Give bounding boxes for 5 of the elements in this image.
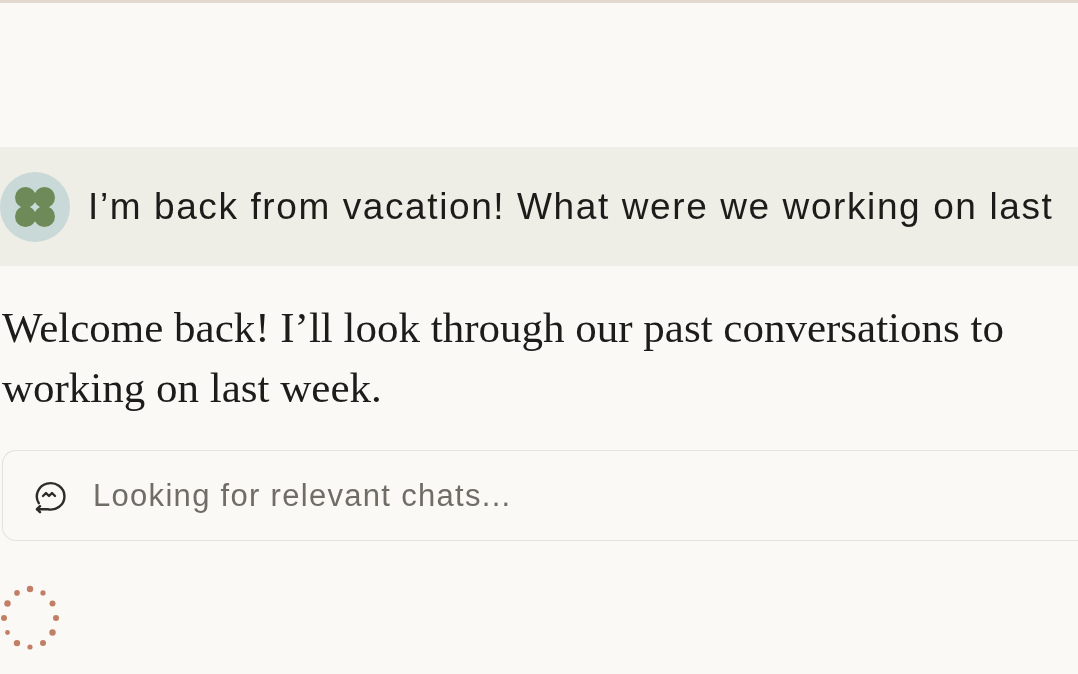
user-message-text: I’m back from vacation! What were we working on last bbox=[88, 185, 1054, 228]
clover-avatar-icon bbox=[0, 171, 70, 242]
tool-status-text: Looking for relevant chats... bbox=[93, 477, 512, 514]
assistant-message-text: Welcome back! I’ll look through our past conversations to working on last week. bbox=[2, 303, 1005, 413]
loading-spinner-icon bbox=[0, 585, 60, 651]
